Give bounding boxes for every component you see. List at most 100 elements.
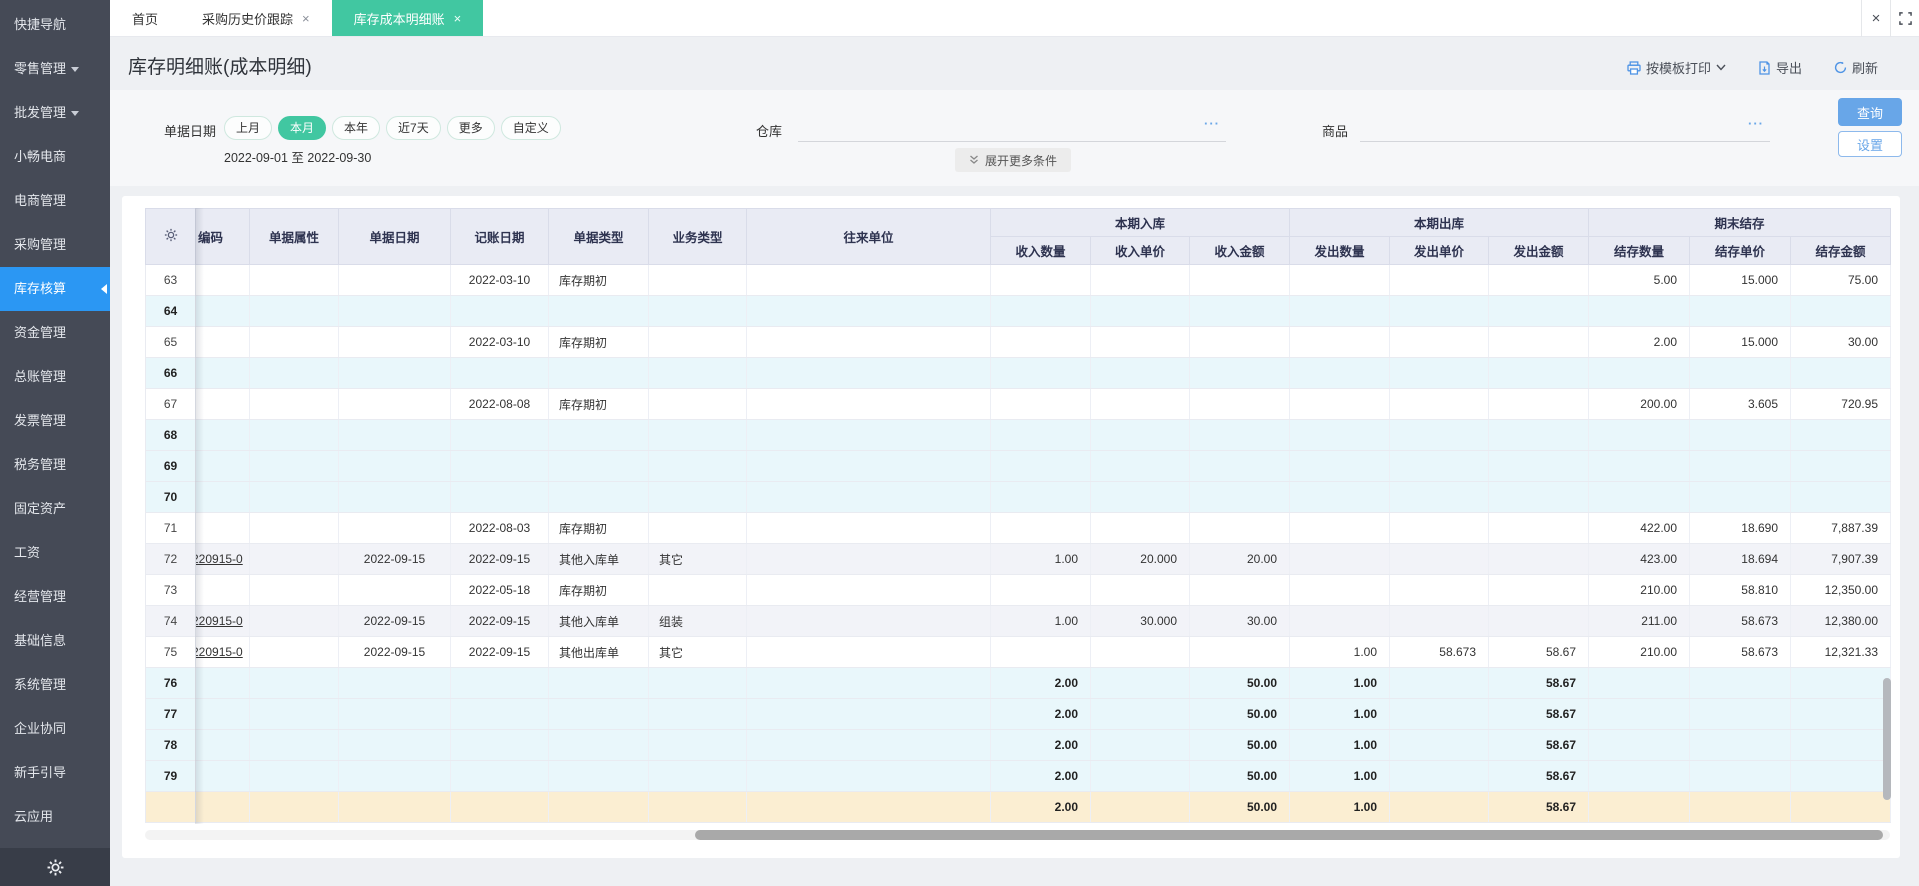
doc-code-link[interactable]: 220915-0: [196, 645, 243, 659]
cell-out_price: [1389, 543, 1489, 575]
column-header-bal_qty[interactable]: 结存数量: [1588, 236, 1690, 265]
export-button[interactable]: 导出: [1758, 58, 1802, 77]
column-header-book_date[interactable]: 记账日期: [450, 208, 549, 265]
table-row-74[interactable]: 74 220915-0 2022-09-15 2022-09-15 其他入库单 组装 1.0…: [145, 605, 1891, 637]
table-row-72[interactable]: 72 220915-0 2022-09-15 2022-09-15 其他入库单 其它 1.0…: [145, 543, 1891, 575]
date-pill-4[interactable]: 更多: [446, 116, 495, 140]
column-header-counterparty[interactable]: 往来单位: [746, 208, 991, 265]
cell-book_date: [450, 357, 549, 389]
cell-out_qty: 1.00: [1289, 698, 1390, 730]
chevron-down-icon: [1716, 64, 1726, 71]
sidebar-item-13[interactable]: 经营管理: [0, 575, 110, 619]
warehouse-input[interactable]: [798, 118, 1226, 142]
table-row-76[interactable]: 76 2.00 50.00 1.00 58.67: [145, 667, 1891, 699]
column-header-in_amt[interactable]: 收入金额: [1189, 236, 1290, 265]
tab-close-icon[interactable]: ×: [302, 11, 310, 26]
totals-row[interactable]: 2.00 50.00 1.00 58.67: [145, 791, 1891, 823]
column-settings-header[interactable]: [145, 208, 196, 265]
cell-counterparty: [746, 481, 991, 513]
table-row-77[interactable]: 77 2.00 50.00 1.00 58.67: [145, 698, 1891, 730]
vertical-scrollbar[interactable]: [1883, 678, 1891, 800]
table-row-68[interactable]: 68: [145, 419, 1891, 451]
sidebar-item-15[interactable]: 系统管理: [0, 663, 110, 707]
column-header-out_qty[interactable]: 发出数量: [1289, 236, 1390, 265]
sidebar-item-9[interactable]: 发票管理: [0, 399, 110, 443]
sidebar-item-10[interactable]: 税务管理: [0, 443, 110, 487]
sidebar-item-11[interactable]: 固定资产: [0, 487, 110, 531]
sidebar-item-14[interactable]: 基础信息: [0, 619, 110, 663]
cell-bal_amt: [1790, 357, 1891, 389]
table-row-70[interactable]: 70: [145, 481, 1891, 513]
column-header-out_price[interactable]: 发出单价: [1389, 236, 1489, 265]
cell-in_amt: [1189, 574, 1290, 606]
table-row-78[interactable]: 78 2.00 50.00 1.00 58.67: [145, 729, 1891, 761]
sidebar-item-5[interactable]: 采购管理: [0, 223, 110, 267]
tab-0[interactable]: 首页: [110, 0, 180, 36]
column-header-doc_type[interactable]: 单据类型: [548, 208, 649, 265]
table-row-63[interactable]: 63 2022-03-10 库存期初 5.00 15.000 75.00: [145, 264, 1891, 296]
tab-2[interactable]: 库存成本明细账 ×: [331, 0, 484, 36]
sidebar-item-18[interactable]: 云应用: [0, 795, 110, 839]
cell-doc_date: [338, 667, 451, 699]
column-header-code[interactable]: 编码: [195, 208, 250, 265]
table-row-67[interactable]: 67 2022-08-08 库存期初 200.00 3.605 720.95: [145, 388, 1891, 420]
sidebar-item-4[interactable]: 电商管理: [0, 179, 110, 223]
sidebar-item-2[interactable]: 批发管理: [0, 91, 110, 135]
cell-doc_type: [548, 698, 649, 730]
table-row-66[interactable]: 66: [145, 357, 1891, 389]
sidebar-item-12[interactable]: 工资: [0, 531, 110, 575]
cell-out_qty: 1.00: [1289, 636, 1390, 668]
tab-close-icon[interactable]: ×: [454, 11, 462, 26]
table-row-64[interactable]: 64: [145, 295, 1891, 327]
horizontal-scrollbar[interactable]: [695, 830, 1883, 840]
column-header-out_amt[interactable]: 发出金额: [1488, 236, 1589, 265]
sidebar-item-16[interactable]: 企业协同: [0, 707, 110, 751]
cell-biz_type: [648, 357, 747, 389]
sidebar-item-8[interactable]: 总账管理: [0, 355, 110, 399]
column-header-in_qty[interactable]: 收入数量: [990, 236, 1091, 265]
date-pill-3[interactable]: 近7天: [386, 116, 441, 140]
sidebar-item-3[interactable]: 小畅电商: [0, 135, 110, 179]
inventory-detail-table: 编码 单据属性 单据日期 记账日期 单据类型 业务类型 往来单位 本期入库 本期出库 期末结存 收入…: [145, 208, 1891, 823]
doc-code-link[interactable]: 220915-0: [196, 614, 243, 628]
table-row-71[interactable]: 71 2022-08-03 库存期初 422.00 18.690 7,887.39: [145, 512, 1891, 544]
column-header-bal_price[interactable]: 结存单价: [1689, 236, 1791, 265]
table-row-69[interactable]: 69: [145, 450, 1891, 482]
gear-icon[interactable]: [164, 228, 178, 242]
cell-doc_date: [338, 574, 451, 606]
warehouse-picker-dots[interactable]: ···: [1204, 116, 1220, 131]
date-pill-5[interactable]: 自定义: [500, 116, 561, 140]
sidebar-item-17[interactable]: 新手引导: [0, 751, 110, 795]
product-picker-dots[interactable]: ···: [1748, 116, 1764, 131]
sidebar-item-0[interactable]: 快捷导航: [0, 3, 110, 47]
tab-1[interactable]: 采购历史价跟踪 ×: [180, 0, 332, 36]
print-by-template-button[interactable]: 按模板打印: [1627, 58, 1726, 77]
product-input[interactable]: [1360, 118, 1770, 142]
table-row-73[interactable]: 73 2022-05-18 库存期初 210.00 58.810 12,350.00: [145, 574, 1891, 606]
refresh-button[interactable]: 刷新: [1834, 58, 1878, 77]
column-header-attr[interactable]: 单据属性: [249, 208, 339, 265]
cell-doc_date: [338, 388, 451, 420]
table-row-79[interactable]: 79 2.00 50.00 1.00 58.67: [145, 760, 1891, 792]
expand-more-button[interactable]: 展开更多条件: [955, 148, 1072, 172]
close-icon[interactable]: ×: [1861, 0, 1890, 37]
cell-in_price: [1090, 357, 1190, 389]
date-pill-2[interactable]: 本年: [332, 116, 381, 140]
fullscreen-icon[interactable]: [1890, 0, 1919, 37]
column-header-biz_type[interactable]: 业务类型: [648, 208, 747, 265]
cell-code: [195, 791, 250, 823]
sidebar-item-7[interactable]: 资金管理: [0, 311, 110, 355]
table-row-75[interactable]: 75 220915-0 2022-09-15 2022-09-15 其他出库单 其它 1.0…: [145, 636, 1891, 668]
date-pill-1[interactable]: 本月: [278, 116, 327, 140]
date-pill-0[interactable]: 上月: [224, 116, 273, 140]
doc-code-link[interactable]: 220915-0: [196, 552, 243, 566]
query-button[interactable]: 查询: [1838, 98, 1902, 126]
column-header-bal_amt[interactable]: 结存金额: [1790, 236, 1891, 265]
sidebar-item-6[interactable]: 库存核算: [0, 267, 110, 311]
settings-button[interactable]: 设置: [1838, 131, 1902, 157]
table-row-65[interactable]: 65 2022-03-10 库存期初 2.00 15.000 30.00: [145, 326, 1891, 358]
sidebar-item-1[interactable]: 零售管理: [0, 47, 110, 91]
gear-icon[interactable]: [47, 859, 64, 876]
column-header-in_price[interactable]: 收入单价: [1090, 236, 1190, 265]
column-header-doc_date[interactable]: 单据日期: [338, 208, 451, 265]
